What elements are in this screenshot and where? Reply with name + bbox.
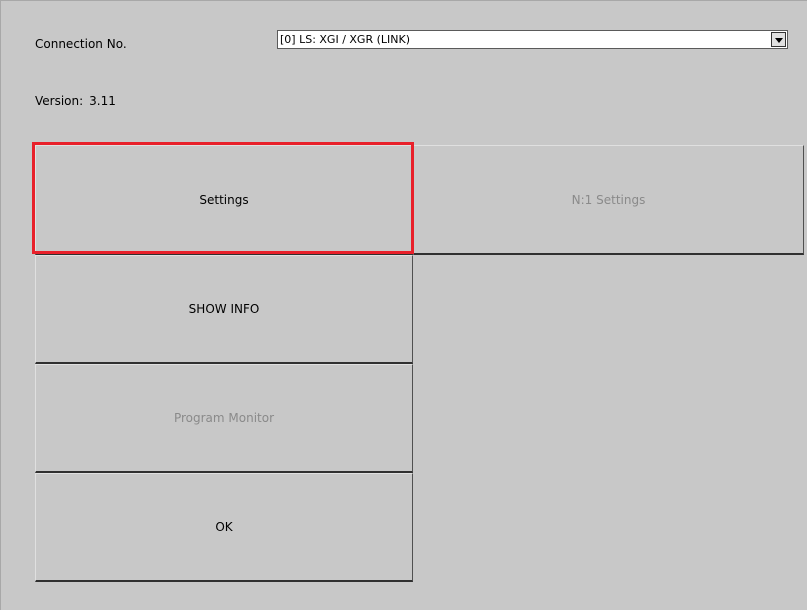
chevron-down-icon[interactable]: [771, 32, 786, 47]
version-row: Version: 3.11: [35, 94, 116, 108]
show-info-button[interactable]: SHOW INFO: [35, 255, 413, 364]
ok-button[interactable]: OK: [35, 473, 413, 582]
connection-select[interactable]: [0] LS: XGI / XGR (LINK): [277, 30, 788, 49]
settings-button[interactable]: Settings: [35, 145, 413, 255]
connection-label: Connection No.: [35, 37, 127, 51]
n1-settings-button[interactable]: N:1 Settings: [413, 145, 804, 255]
program-monitor-button[interactable]: Program Monitor: [35, 364, 413, 473]
connection-dialog: Connection No. [0] LS: XGI / XGR (LINK) …: [0, 0, 807, 610]
connection-select-value: [0] LS: XGI / XGR (LINK): [280, 33, 410, 46]
version-label: Version:: [35, 94, 84, 108]
version-value: 3.11: [89, 94, 116, 108]
